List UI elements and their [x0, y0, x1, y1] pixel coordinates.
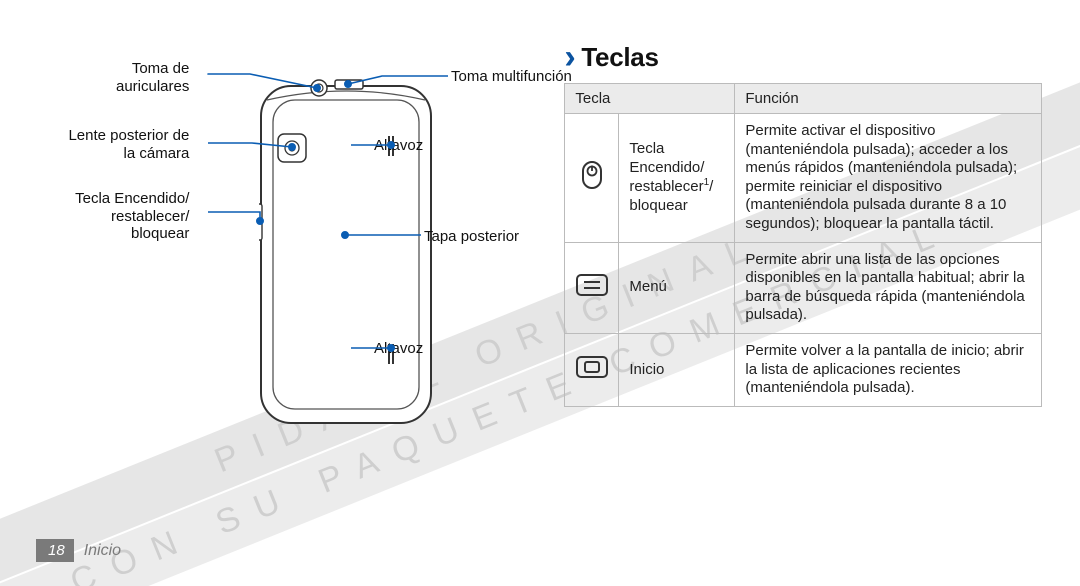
key-name: Menú [619, 242, 735, 333]
keys-section: › Teclas Tecla Función [564, 40, 1042, 586]
table-row: Menú Permite abrir una lista de las opci… [565, 242, 1042, 333]
label-speaker-bottom: Altavoz [374, 340, 423, 358]
page: Toma deauriculares Toma multifunción Len… [0, 0, 1080, 586]
device-outline [259, 74, 433, 428]
device-diagram: Toma deauriculares Toma multifunción Len… [38, 40, 564, 586]
label-headphone-jack: Toma deauriculares [116, 60, 189, 95]
keys-table: Tecla Función [564, 83, 1042, 407]
label-power-key: Tecla Encendido/restablecer/bloquear [75, 190, 189, 243]
table-header-function: Función [735, 84, 1042, 114]
section-title: › Teclas [564, 42, 1042, 73]
label-multipurpose-jack: Toma multifunción [451, 68, 572, 86]
key-name: Tecla Encendido/ restablecer1/ bloquear [619, 114, 735, 243]
home-key-icon [565, 333, 619, 406]
key-function: Permite activar el dispositivo (mantenié… [735, 114, 1042, 243]
label-rear-lens: Lente posterior dela cámara [68, 127, 189, 162]
table-header-key: Tecla [565, 84, 735, 114]
table-row: Inicio Permite volver a la pantalla de i… [565, 333, 1042, 406]
power-key-icon [565, 114, 619, 243]
menu-key-icon [565, 242, 619, 333]
label-speaker-top: Altavoz [374, 137, 423, 155]
key-name: Inicio [619, 333, 735, 406]
table-row: Tecla Encendido/ restablecer1/ bloquear … [565, 114, 1042, 243]
key-function: Permite volver a la pantalla de inicio; … [735, 333, 1042, 406]
label-back-cover: Tapa posterior [424, 228, 519, 246]
key-function: Permite abrir una lista de las opciones … [735, 242, 1042, 333]
